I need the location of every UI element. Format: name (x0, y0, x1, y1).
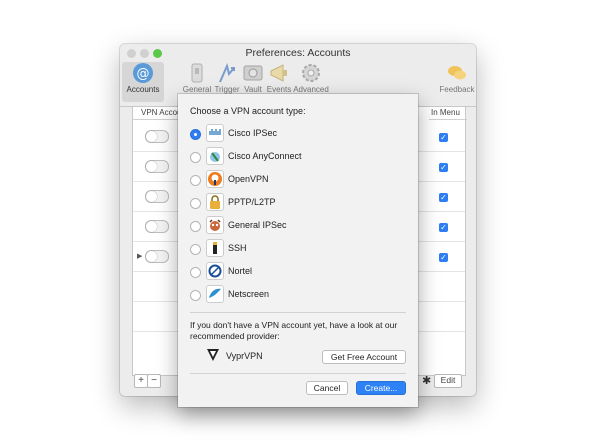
option-cisco-ipsec[interactable]: Cisco IPSec (190, 125, 410, 145)
megaphone-icon (270, 64, 287, 82)
cancel-button[interactable]: Cancel (306, 381, 348, 395)
tab-accounts[interactable]: @ Accounts (122, 62, 164, 102)
nortel-icon (207, 263, 223, 279)
feedback-button[interactable]: Feedback (436, 62, 476, 94)
radio-button[interactable] (190, 267, 201, 278)
tab-label: Advanced (293, 85, 329, 94)
in-menu-checkbox[interactable]: ✓ (439, 193, 448, 202)
speech-bubbles-icon (448, 66, 466, 80)
radio-button[interactable] (190, 290, 201, 301)
svg-text:@: @ (137, 67, 150, 82)
tab-label: Feedback (439, 85, 475, 94)
get-free-account-button[interactable]: Get Free Account (322, 350, 406, 364)
tab-advanced[interactable]: Advanced (290, 62, 332, 94)
option-ssh[interactable]: SSH (190, 240, 410, 260)
option-label: Netscreen (228, 289, 270, 299)
ssh-icon (207, 240, 223, 256)
vpn-toggle[interactable] (145, 130, 169, 143)
radio-button[interactable] (190, 175, 201, 186)
at-sign-icon: @ (133, 63, 153, 83)
remove-account-button[interactable]: − (147, 374, 161, 388)
vpn-toggle[interactable] (145, 190, 169, 203)
in-menu-checkbox[interactable]: ✓ (439, 223, 448, 232)
tab-label: Accounts (126, 85, 160, 94)
radio-button[interactable] (190, 152, 201, 163)
vpn-toggle[interactable] (145, 160, 169, 173)
radio-button[interactable] (190, 221, 201, 232)
option-general-ipsec[interactable]: General IPSec (190, 217, 410, 237)
option-label: Nortel (228, 266, 253, 276)
add-account-button[interactable]: + (134, 374, 148, 388)
provider-note: If you don't have a VPN account yet, hav… (190, 320, 398, 341)
divider (190, 373, 406, 374)
vyprvpn-logo-icon (207, 349, 219, 361)
radio-button[interactable] (190, 129, 201, 140)
in-menu-checkbox[interactable]: ✓ (439, 133, 448, 142)
option-label: Cisco AnyConnect (228, 151, 302, 161)
radio-button[interactable] (190, 198, 201, 209)
option-label: Cisco IPSec (228, 128, 278, 138)
option-openvpn[interactable]: OpenVPN (190, 171, 410, 191)
general-switch-icon (191, 63, 203, 83)
option-nortel[interactable]: Nortel (190, 263, 410, 283)
sheet-title: Choose a VPN account type: (190, 106, 306, 116)
option-pptp-l2tp[interactable]: PPTP/L2TP (190, 194, 410, 214)
option-label: OpenVPN (228, 174, 269, 184)
in-menu-checkbox[interactable]: ✓ (439, 253, 448, 262)
column-header-in-menu: In Menu (429, 107, 467, 120)
option-cisco-anyconnect[interactable]: Cisco AnyConnect (190, 148, 410, 168)
in-menu-checkbox[interactable]: ✓ (439, 163, 448, 172)
ipsec-icon (207, 217, 223, 233)
gear-icon[interactable]: ✱ (422, 374, 431, 387)
option-label: General IPSec (228, 220, 287, 230)
vpn-toggle[interactable] (145, 250, 169, 263)
vpn-type-sheet: Choose a VPN account type: Cisco IPSec C… (178, 94, 418, 407)
option-netscreen[interactable]: Netscreen (190, 286, 410, 306)
create-button[interactable]: Create... (356, 381, 406, 395)
netscreen-icon (207, 286, 223, 302)
divider (190, 312, 406, 313)
lock-icon (207, 194, 223, 210)
openvpn-icon (207, 171, 223, 187)
window-title: Preferences: Accounts (245, 47, 351, 59)
vpn-toggle[interactable] (145, 220, 169, 233)
option-label: PPTP/L2TP (228, 197, 276, 207)
cisco-icon (207, 125, 223, 141)
option-label: SSH (228, 243, 247, 253)
gear-icon (302, 64, 320, 82)
provider-name: VyprVPN (226, 351, 263, 361)
cisco-anyconnect-icon (207, 148, 223, 164)
edit-button[interactable]: Edit (434, 374, 462, 388)
radio-button[interactable] (190, 244, 201, 255)
disclosure-triangle-icon[interactable]: ▶ (137, 252, 142, 260)
